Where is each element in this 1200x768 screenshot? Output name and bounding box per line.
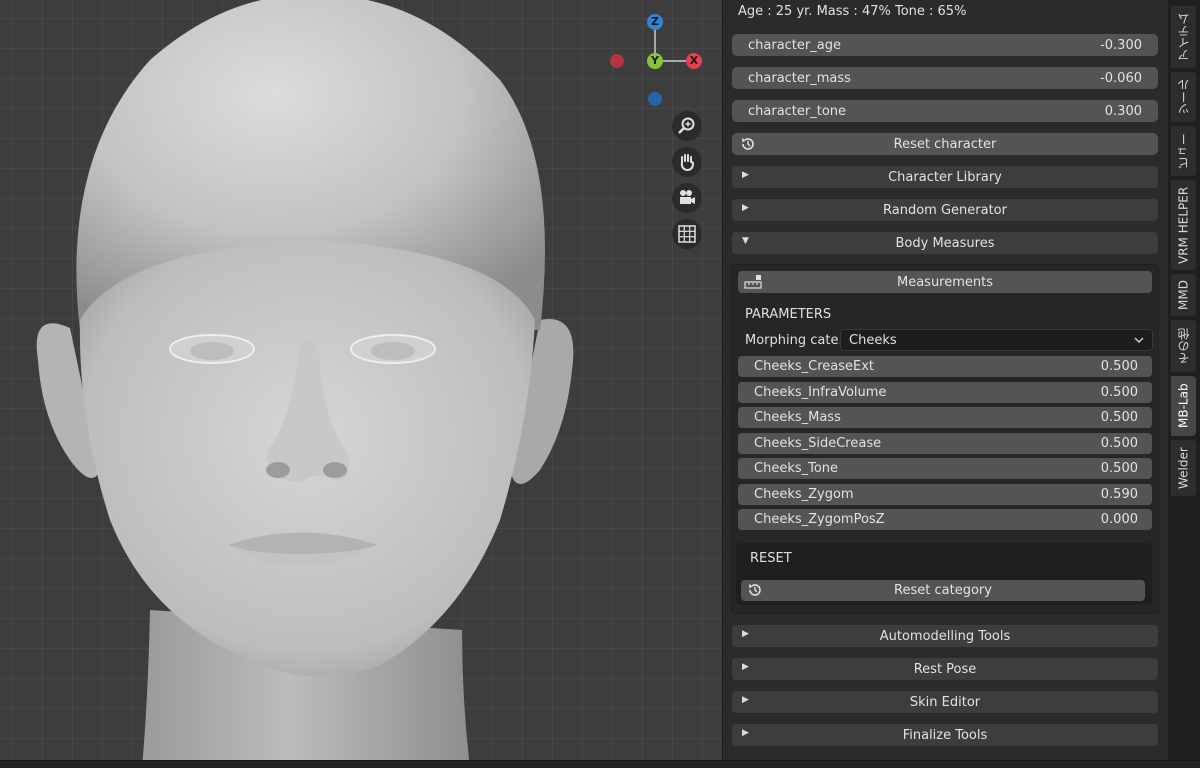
slider-label: Cheeks_CreaseExt [754,359,874,374]
section-label: Rest Pose [913,661,977,677]
slider-label: Cheeks_Zygom [754,487,854,502]
cheeks-mass-slider[interactable]: Cheeks_Mass 0.500 [738,407,1152,428]
rest-pose-header[interactable]: ▶ Rest Pose [732,658,1158,680]
section-label: Character Library [888,169,1002,185]
expand-arrow-icon: ▶ [742,662,749,672]
slider-value: -0.300 [1100,37,1142,53]
section-label: Body Measures [895,235,995,251]
character-info: Age : 25 yr. Mass : 47% Tone : 65% [738,4,967,19]
gizmo-neg-x-axis[interactable] [610,54,624,68]
slider-value: 0.500 [1100,410,1138,425]
slider-value: 0.590 [1100,487,1138,502]
button-label: Reset character [893,136,997,152]
automodelling-tools-header[interactable]: ▶ Automodelling Tools [732,625,1158,647]
reset-heading: RESET [750,551,792,566]
morphing-category-dropdown[interactable]: Cheeks [840,329,1153,351]
head-model[interactable] [0,0,722,768]
button-label: Reset category [894,583,992,598]
morphing-category-row: Morphing cate.. Cheeks [745,329,1153,351]
character-mass-slider[interactable]: character_mass -0.060 [732,67,1158,89]
slider-label: Cheeks_Mass [754,410,841,425]
slider-label: Cheeks_ZygomPosZ [754,512,885,527]
slider-value: 0.300 [1104,103,1142,119]
morphing-category-label: Morphing cate.. [745,332,847,348]
slider-value: 0.000 [1100,512,1138,527]
slider-label: Cheeks_Tone [754,461,839,476]
status-bar [0,760,1200,768]
section-label: Automodelling Tools [879,628,1011,644]
slider-value: 0.500 [1100,359,1138,374]
measurements-button[interactable]: Measurements [738,271,1152,293]
skin-editor-header[interactable]: ▶ Skin Editor [732,691,1158,713]
reset-category-button[interactable]: Reset category [741,580,1145,601]
grid-icon[interactable] [672,219,702,249]
pan-hand-icon[interactable] [672,147,702,177]
mb-lab-panel: Age : 25 yr. Mass : 47% Tone : 65% chara… [722,0,1168,768]
section-label: Skin Editor [909,694,981,710]
3d-viewport[interactable]: Z X Y [0,0,722,768]
reset-section: RESET Reset category [736,543,1152,605]
character-age-slider[interactable]: character_age -0.300 [732,34,1158,56]
slider-label: Cheeks_InfraVolume [754,385,887,400]
tab-mb-lab[interactable]: MB-Lab [1171,376,1196,436]
chevron-down-icon [1134,333,1144,348]
slider-value: -0.060 [1100,70,1142,86]
section-label: Random Generator [883,202,1007,218]
cheeks-infravolume-slider[interactable]: Cheeks_InfraVolume 0.500 [738,382,1152,403]
expand-arrow-icon: ▶ [742,203,749,213]
cheeks-zygomposz-slider[interactable]: Cheeks_ZygomPosZ 0.000 [738,509,1152,530]
tab-other[interactable]: その他 [1171,320,1196,372]
cheeks-sidecrease-slider[interactable]: Cheeks_SideCrease 0.500 [738,433,1152,454]
zoom-icon[interactable] [672,111,702,141]
expand-arrow-icon: ▶ [742,695,749,705]
tab-welder[interactable]: Welder [1171,440,1196,496]
tab-vrm-helper[interactable]: VRM HELPER [1171,180,1196,270]
tab-mmd[interactable]: MMD [1171,274,1196,316]
gizmo-x-axis[interactable]: X [686,53,702,69]
expand-arrow-icon: ▶ [742,629,749,639]
section-label: Finalize Tools [902,727,988,743]
body-measures-content: Measurements PARAMETERS Morphing cate.. … [731,264,1159,614]
reset-character-button[interactable]: Reset character [732,133,1158,155]
gizmo-z-axis[interactable]: Z [647,14,663,30]
random-generator-header[interactable]: ▶ Random Generator [732,199,1158,221]
slider-value: 0.500 [1100,436,1138,451]
dropdown-value: Cheeks [849,332,897,348]
tab-view[interactable]: ビュー [1171,126,1196,176]
character-library-header[interactable]: ▶ Character Library [732,166,1158,188]
tab-tool[interactable]: ツール [1171,72,1196,122]
slider-value: 0.500 [1100,461,1138,476]
gizmo-neg-z-axis[interactable] [648,92,662,106]
sidebar-tabs: アイテム ツール ビュー VRM HELPER MMD その他 MB-Lab W… [1168,0,1200,768]
button-label: Measurements [896,274,994,290]
expand-arrow-icon: ▶ [742,170,749,180]
camera-icon[interactable] [672,183,702,213]
body-measures-header[interactable]: ▼ Body Measures [732,232,1158,254]
character-tone-slider[interactable]: character_tone 0.300 [732,100,1158,122]
finalize-tools-header[interactable]: ▶ Finalize Tools [732,724,1158,746]
tab-item[interactable]: アイテム [1171,6,1196,68]
cheeks-zygom-slider[interactable]: Cheeks_Zygom 0.590 [738,484,1152,505]
slider-label: character_mass [748,70,851,86]
slider-value: 0.500 [1100,385,1138,400]
slider-label: character_age [748,37,841,53]
reset-icon [747,582,763,602]
parameters-heading: PARAMETERS [745,307,832,322]
reset-icon [740,136,756,156]
cheeks-tone-slider[interactable]: Cheeks_Tone 0.500 [738,458,1152,479]
collapse-arrow-icon: ▼ [742,236,749,246]
slider-label: Cheeks_SideCrease [754,436,882,451]
cheeks-creaseext-slider[interactable]: Cheeks_CreaseExt 0.500 [738,356,1152,377]
expand-arrow-icon: ▶ [742,728,749,738]
ruler-icon [744,274,762,294]
slider-label: character_tone [748,103,847,119]
gizmo-y-axis[interactable]: Y [647,53,663,69]
